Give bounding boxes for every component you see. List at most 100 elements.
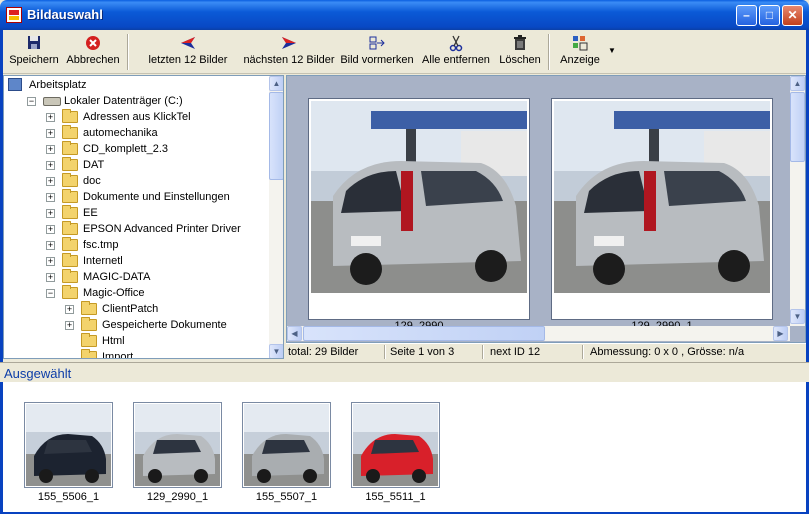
tree-item[interactable]: + EE <box>4 205 266 221</box>
folder-tree[interactable]: Arbeitsplatz − Lokaler Datenträger (C:) + Ad… <box>3 75 284 359</box>
tree-item[interactable]: + automechanika <box>4 125 266 141</box>
image-vscrollbar[interactable]: ▲ ▼ <box>790 76 805 326</box>
cancel-button[interactable]: Abbrechen <box>63 34 123 70</box>
tree-item-label: Arbeitsplatz <box>29 79 87 91</box>
status-separator <box>582 345 584 359</box>
collapse-icon[interactable]: − <box>27 97 36 106</box>
expand-icon[interactable]: + <box>65 305 74 314</box>
expand-icon[interactable]: + <box>46 177 55 186</box>
tree-item[interactable]: − Lokaler Datenträger (C:) <box>4 93 266 109</box>
expand-icon[interactable]: + <box>46 129 55 138</box>
tree-scroll-thumb[interactable] <box>269 92 283 180</box>
scroll-down-icon[interactable]: ▼ <box>269 344 283 358</box>
tree-item-label: fsc.tmp <box>83 239 119 251</box>
car-thumbnail-photo <box>353 404 438 486</box>
folder-icon <box>62 141 78 155</box>
selected-thumbnail[interactable] <box>133 402 222 488</box>
prev-12-label: letzten 12 Bilder <box>148 54 228 66</box>
folder-icon <box>81 317 97 331</box>
mark-image-button[interactable]: Bild vormerken <box>339 34 415 70</box>
tree-item[interactable]: + CD_komplett_2.3 <box>4 141 266 157</box>
folder-icon <box>81 333 97 347</box>
delete-button[interactable]: Löschen <box>495 34 545 70</box>
mark-image-label: Bild vormerken <box>340 54 414 66</box>
next-12-button[interactable]: nächsten 12 Bilder <box>241 34 337 70</box>
expand-icon[interactable]: + <box>46 209 55 218</box>
scroll-up-icon[interactable]: ▲ <box>269 76 283 91</box>
prev-12-button[interactable]: letzten 12 Bilder <box>143 34 233 70</box>
title-bar[interactable]: Bildauswahl – □ ✕ <box>0 0 809 30</box>
maximize-button[interactable]: □ <box>759 5 780 26</box>
car-thumbnail-photo <box>135 404 220 486</box>
folder-open-icon <box>62 285 78 299</box>
close-button[interactable]: ✕ <box>782 5 803 26</box>
collapse-icon[interactable]: − <box>46 289 55 298</box>
folder-icon <box>62 189 78 203</box>
scroll-up-icon[interactable]: ▲ <box>790 76 805 91</box>
minimize-button[interactable]: – <box>736 5 757 26</box>
expand-icon[interactable]: + <box>46 145 55 154</box>
car-thumbnail-photo <box>26 404 111 486</box>
tree-item[interactable]: Arbeitsplatz <box>4 77 266 93</box>
tree-item-label: CD_komplett_2.3 <box>83 143 168 155</box>
image-hscrollbar[interactable]: ◀ ▶ <box>287 326 790 341</box>
tree-item[interactable]: + Internetl <box>4 253 266 269</box>
tree-item[interactable]: +Html <box>4 333 266 349</box>
tree-item[interactable]: + fsc.tmp <box>4 237 266 253</box>
tree-item-label: MAGIC-DATA <box>83 271 151 283</box>
selected-header: Ausgewählt <box>0 362 809 382</box>
view-icon <box>573 36 588 51</box>
tree-item[interactable]: − Magic-Office <box>4 285 266 301</box>
image-hscroll-thumb[interactable] <box>303 326 545 341</box>
tree-item[interactable]: + Dokumente und Einstellungen <box>4 189 266 205</box>
expand-icon[interactable]: + <box>46 225 55 234</box>
selected-thumbnail-caption: 155_5511_1 <box>365 491 426 503</box>
scroll-left-icon[interactable]: ◀ <box>287 326 302 341</box>
floppy-icon <box>28 36 40 49</box>
expand-icon[interactable]: + <box>46 273 55 282</box>
arrow-right-icon <box>282 37 296 49</box>
tree-item[interactable]: + ClientPatch <box>4 301 266 317</box>
selected-header-label: Ausgewählt <box>4 366 72 381</box>
folder-icon <box>81 349 97 358</box>
image-preview-panel[interactable]: 129_2990 129_2990_1 ▲ ▼ ◀ ▶ <box>286 75 806 343</box>
expand-icon[interactable]: + <box>46 161 55 170</box>
folder-icon <box>62 221 78 235</box>
tree-item-label: Gespeicherte Dokumente <box>102 319 227 331</box>
expand-icon[interactable]: + <box>46 113 55 122</box>
expand-icon[interactable]: + <box>46 241 55 250</box>
tree-item[interactable]: +Import <box>4 349 266 358</box>
tree-item[interactable]: + DAT <box>4 157 266 173</box>
tree-item[interactable]: + Adressen aus KlickTel <box>4 109 266 125</box>
folder-icon <box>62 125 78 139</box>
selected-thumbnail[interactable] <box>24 402 113 488</box>
save-button[interactable]: Speichern <box>7 34 61 70</box>
tree-item-label: Html <box>102 335 125 347</box>
tree-item[interactable]: + doc <box>4 173 266 189</box>
view-button[interactable]: Anzeige <box>557 34 603 70</box>
tree-item[interactable]: + MAGIC-DATA <box>4 269 266 285</box>
image-frame[interactable] <box>551 98 773 320</box>
folder-icon <box>62 269 78 283</box>
tree-item-label: Internetl <box>83 255 123 267</box>
expand-icon[interactable]: + <box>46 193 55 202</box>
selected-images-area[interactable]: 155_5506_1 129_2990_1 155_5507_1 155_5511_1 <box>3 382 806 512</box>
expand-icon[interactable]: + <box>65 321 74 330</box>
tree-scrollbar[interactable]: ▲ ▼ <box>269 76 283 358</box>
tree-item-label: ClientPatch <box>102 303 159 315</box>
tree-item[interactable]: + Gespeicherte Dokumente <box>4 317 266 333</box>
tree-item-label: EE <box>83 207 98 219</box>
expand-icon[interactable]: + <box>46 257 55 266</box>
tree-item-label: doc <box>83 175 101 187</box>
scroll-down-icon[interactable]: ▼ <box>790 309 805 324</box>
scroll-right-icon[interactable]: ▶ <box>773 326 788 341</box>
selected-thumbnail-caption: 155_5507_1 <box>255 491 318 503</box>
image-frame[interactable] <box>308 98 530 320</box>
selected-thumbnail[interactable] <box>242 402 331 488</box>
selected-thumbnail[interactable] <box>351 402 440 488</box>
image-vscroll-thumb[interactable] <box>790 92 805 162</box>
tree-item[interactable]: + EPSON Advanced Printer Driver <box>4 221 266 237</box>
save-label: Speichern <box>9 54 59 66</box>
remove-all-button[interactable]: Alle entfernen <box>419 34 493 70</box>
selected-thumbnail-caption: 129_2990_1 <box>146 491 209 503</box>
